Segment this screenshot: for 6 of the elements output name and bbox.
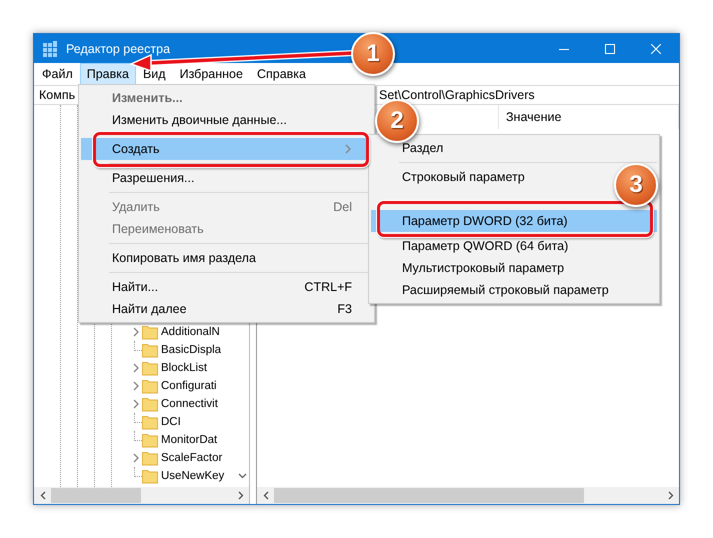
window-title: Редактор реестра [66, 42, 170, 56]
step-badge: 1 [351, 32, 395, 76]
step-badge: 2 [375, 99, 419, 143]
shortcut-text: F3 [337, 302, 352, 316]
shortcut-text: CTRL+F [304, 280, 352, 294]
shortcut-text: Del [333, 200, 352, 214]
